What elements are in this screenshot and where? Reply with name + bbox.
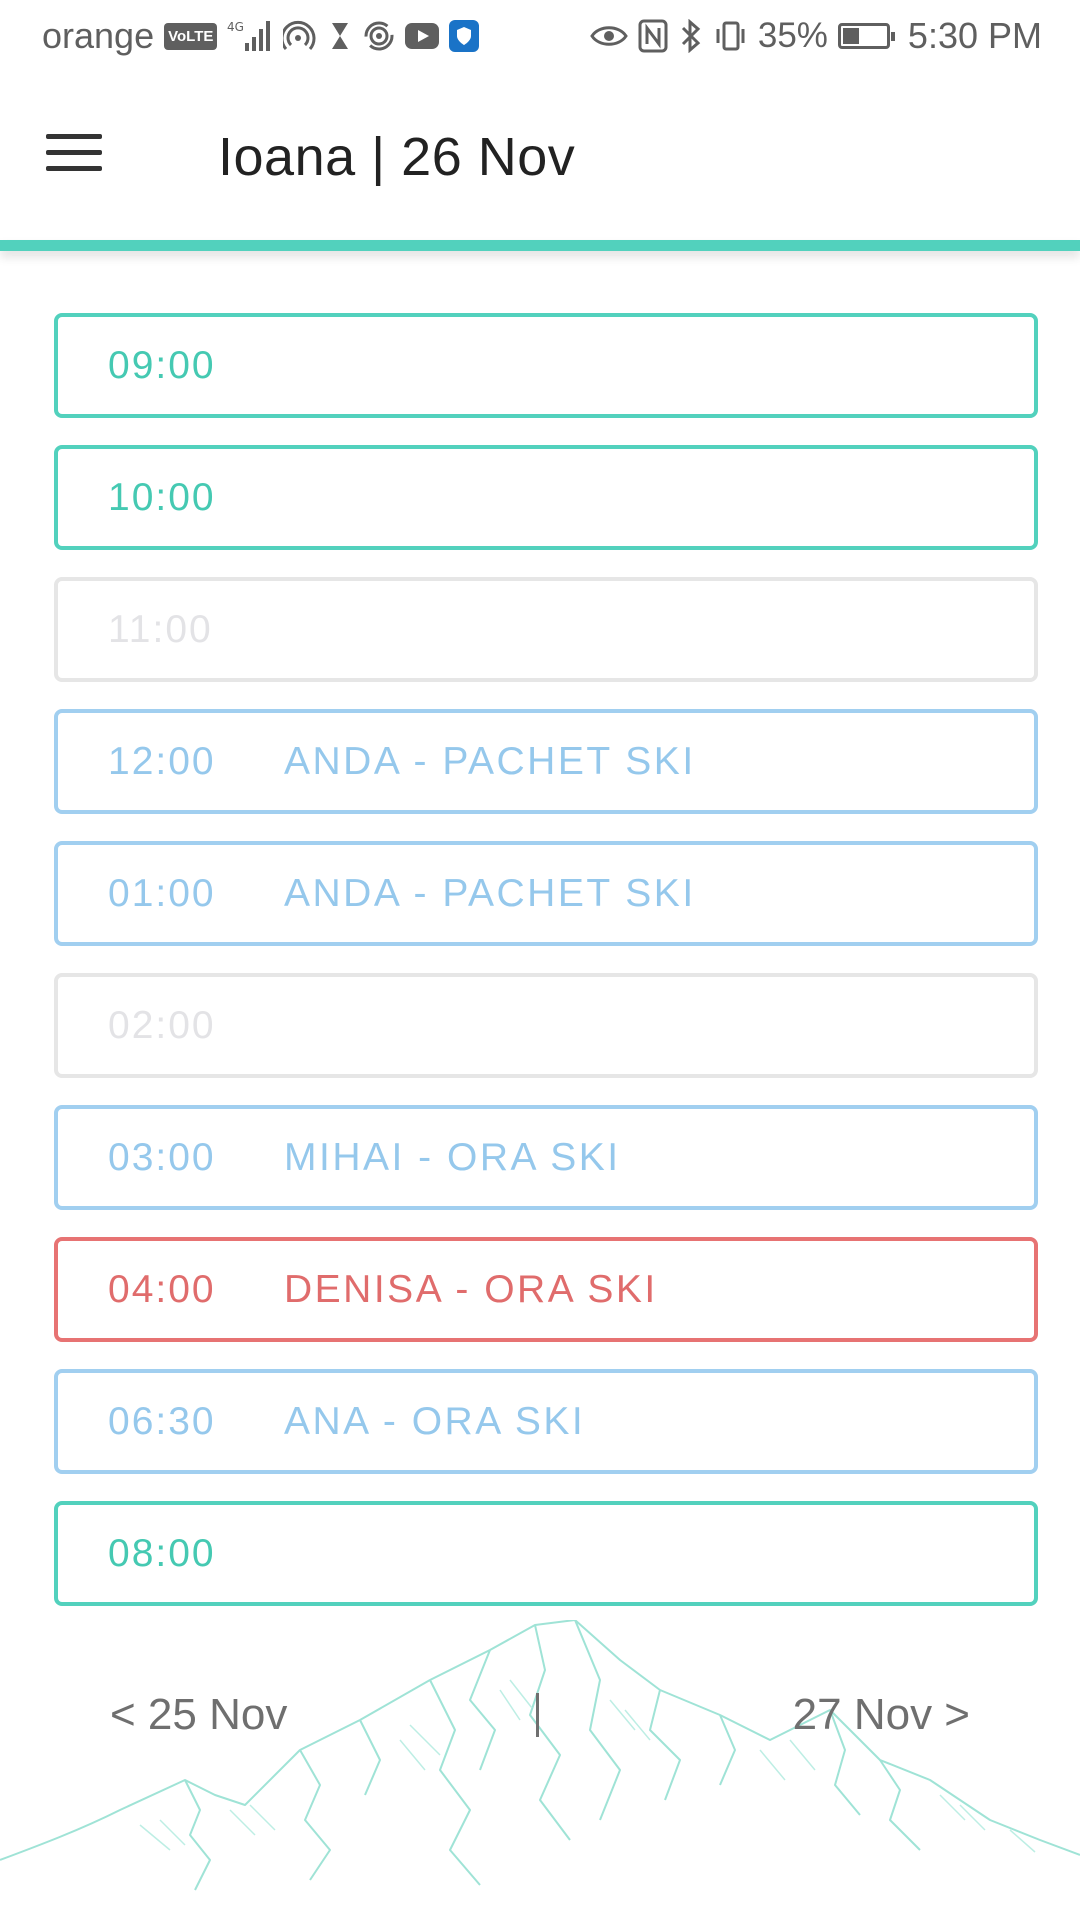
- slot-time: 11:00: [108, 607, 213, 651]
- nav-divider: [536, 1693, 539, 1737]
- hotspot-icon: [283, 16, 317, 56]
- nfc-icon: [638, 16, 668, 56]
- menu-button[interactable]: [46, 134, 108, 182]
- slot-time: 04:00: [108, 1267, 216, 1311]
- time-slot[interactable]: 01:00 ANDA - PACHET SKI: [54, 841, 1038, 946]
- slot-booking: ANDA - PACHET SKI: [284, 739, 696, 783]
- slot-booking: DENISA - ORA SKI: [284, 1267, 658, 1311]
- previous-day-button[interactable]: < 25 Nov: [110, 1690, 287, 1740]
- slot-time: 12:00: [108, 739, 216, 783]
- time-slot-list: 09:00 10:00 11:00 12:00 ANDA - PACHET SK…: [54, 313, 1038, 1633]
- slot-time: 06:30: [108, 1399, 216, 1443]
- time-slot[interactable]: 02:00: [54, 973, 1038, 1078]
- slot-time: 01:00: [108, 871, 216, 915]
- slot-booking: ANDA - PACHET SKI: [284, 871, 696, 915]
- shield-icon: [449, 20, 480, 52]
- status-bar: orange VoLTE 4G 35% 5:30 PM: [0, 0, 1080, 74]
- clock: 5:30 PM: [907, 15, 1042, 56]
- broadcast-icon: [363, 16, 395, 56]
- time-slot[interactable]: 10:00: [54, 445, 1038, 550]
- next-day-button[interactable]: 27 Nov >: [793, 1690, 970, 1740]
- status-right: 35% 5:30 PM: [590, 15, 1042, 57]
- battery-icon: [837, 23, 895, 49]
- slot-time: 10:00: [108, 475, 216, 519]
- slot-time: 02:00: [108, 1003, 216, 1047]
- hourglass-icon: [327, 16, 353, 56]
- time-slot[interactable]: 06:30 ANA - ORA SKI: [54, 1369, 1038, 1474]
- volte-badge: VoLTE: [164, 22, 218, 50]
- mountain-illustration: [0, 1620, 1080, 1891]
- app-bar: Ioana | 26 Nov: [0, 74, 1080, 242]
- time-slot[interactable]: 09:00: [54, 313, 1038, 418]
- page-title: Ioana | 26 Nov: [218, 127, 576, 187]
- battery-percent: 35%: [757, 16, 828, 55]
- bluetooth-icon: [678, 16, 704, 56]
- signal-icon: 4G: [227, 16, 273, 56]
- slot-time: 08:00: [108, 1531, 216, 1575]
- time-slot[interactable]: 12:00 ANDA - PACHET SKI: [54, 709, 1038, 814]
- hamburger-menu-icon: [46, 134, 108, 171]
- network-type: 4G: [227, 20, 244, 34]
- header-accent-line: [0, 240, 1080, 251]
- slot-booking: ANA - ORA SKI: [284, 1399, 586, 1443]
- time-slot[interactable]: 08:00: [54, 1501, 1038, 1606]
- status-left: orange VoLTE 4G: [42, 15, 480, 57]
- carrier-name: orange: [42, 15, 155, 56]
- youtube-icon: [405, 23, 440, 49]
- eye-icon: [590, 16, 628, 56]
- time-slot[interactable]: 04:00 DENISA - ORA SKI: [54, 1237, 1038, 1342]
- slot-time: 03:00: [108, 1135, 216, 1179]
- slot-time: 09:00: [108, 343, 216, 387]
- slot-booking: MIHAI - ORA SKI: [284, 1135, 621, 1179]
- time-slot[interactable]: 03:00 MIHAI - ORA SKI: [54, 1105, 1038, 1210]
- vibrate-icon: [714, 16, 748, 56]
- time-slot[interactable]: 11:00: [54, 577, 1038, 682]
